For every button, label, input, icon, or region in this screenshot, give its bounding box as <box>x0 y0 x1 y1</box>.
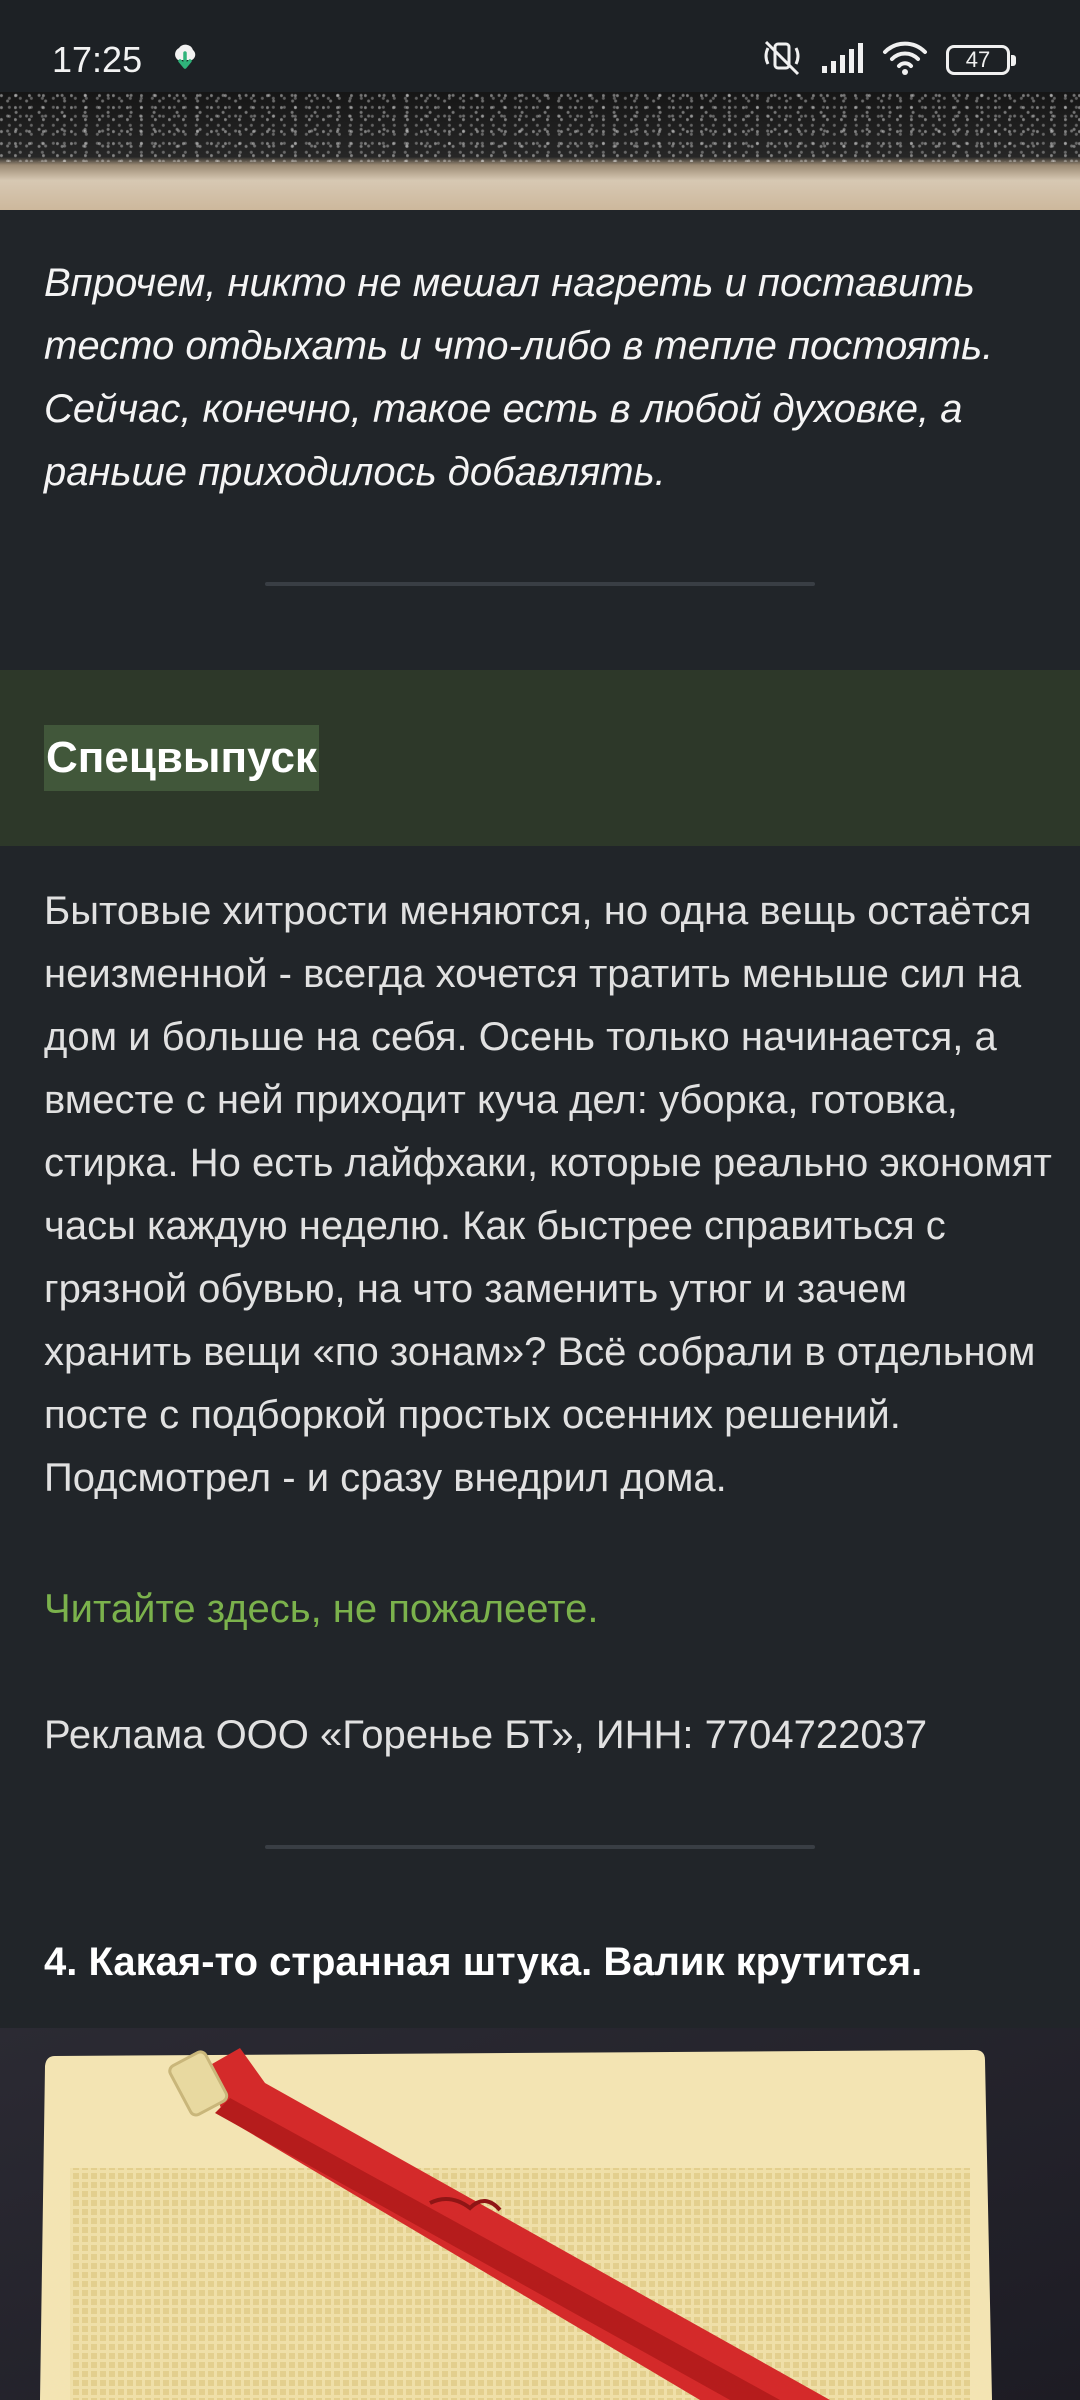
cloud-upload-icon <box>170 42 200 74</box>
divider <box>265 1845 815 1849</box>
status-time: 17:25 <box>52 39 143 80</box>
status-icons: 47 <box>760 38 1016 83</box>
promo-link[interactable]: Читайте здесь, не пожалеете. <box>44 1578 598 1641</box>
special-title: Спецвыпуск <box>44 725 319 791</box>
article-photo[interactable] <box>0 2028 1080 2400</box>
divider <box>265 582 815 586</box>
article-photo-top <box>0 92 1080 210</box>
battery-icon: 47 <box>946 45 1016 75</box>
battery-level: 47 <box>965 47 991 72</box>
section-heading: 4. Какая-то странная штука. Валик крутит… <box>44 1940 923 1984</box>
promo-paragraph: Бытовые хитрости меняются, но одна вещь … <box>44 889 1052 1500</box>
status-bar: 17:25 47 <box>0 0 1080 92</box>
wifi-icon <box>882 40 928 81</box>
mute-icon <box>760 38 804 83</box>
ad-disclaimer: Реклама ООО «Горенье БТ», ИНН: 770472203… <box>44 1713 928 1757</box>
signal-icon <box>822 42 864 79</box>
roller-tool-photo <box>0 2028 1080 2400</box>
article-paragraph: Впрочем, никто не мешал нагреть и постав… <box>44 261 994 494</box>
